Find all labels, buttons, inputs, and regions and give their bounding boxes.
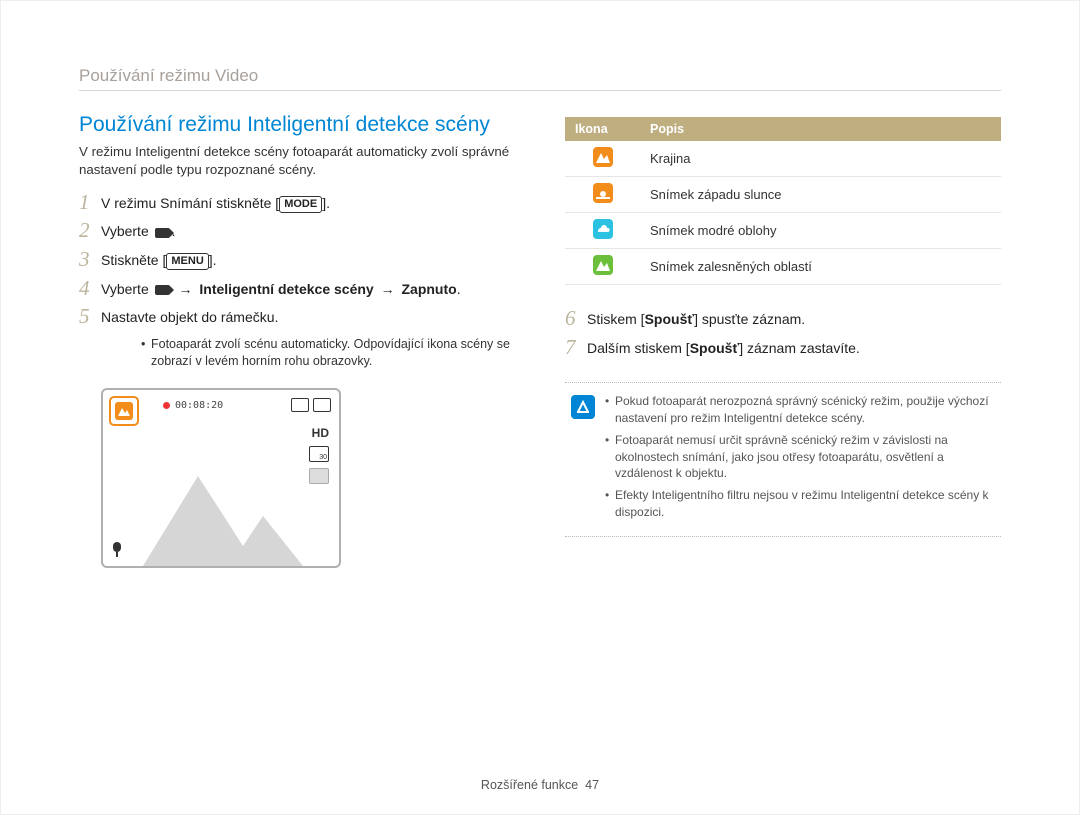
icon-cell: [565, 177, 640, 213]
top-right-icons: [291, 398, 331, 412]
footer-page: 47: [585, 778, 599, 792]
th-desc: Popis: [640, 117, 1001, 141]
note-list: Pokud fotoaparát nerozpozná správný scén…: [605, 393, 995, 526]
step-4: 4 Vyberte → Inteligentní detekce scény →…: [79, 279, 515, 300]
step-number: 2: [79, 220, 101, 241]
video-icon: [155, 228, 170, 238]
step-number: 5: [79, 306, 101, 327]
footer: Rozšířené funkce 47: [1, 778, 1079, 792]
step-text: Vyberte → Inteligentní detekce scény → Z…: [101, 279, 461, 300]
step-6: 6 Stiskem [Spoušť] spusťte záznam.: [565, 309, 1001, 330]
note-item: Fotoaparát nemusí určit správně scénický…: [605, 432, 995, 482]
step-text: Vyberte .: [101, 221, 176, 242]
scene-type-icon: [593, 255, 613, 275]
step-2: 2 Vyberte .: [79, 221, 515, 242]
th-icon: Ikona: [565, 117, 640, 141]
rec-time: 00:08:20: [175, 400, 223, 411]
note-item: Efekty Inteligentního filtru nejsou v re…: [605, 487, 995, 521]
mode-keycap: MODE: [279, 196, 322, 213]
step-5: 5 Nastavte objekt do rámečku.: [79, 307, 515, 328]
step-number: 3: [79, 249, 101, 270]
columns: Používání režimu Inteligentní detekce sc…: [79, 113, 1001, 568]
step-1: 1 V režimu Snímání stiskněte [MODE].: [79, 193, 515, 214]
mountain-graphic: [103, 456, 339, 566]
header: Používání režimu Video: [79, 66, 1001, 91]
desc-cell: Snímek modré oblohy: [640, 213, 1001, 249]
desc-cell: Snímek západu slunce: [640, 177, 1001, 213]
scene-type-icon: [593, 147, 613, 167]
hd-label: HD: [312, 426, 329, 440]
table-row: Snímek modré oblohy: [565, 213, 1001, 249]
battery-icon: [291, 398, 309, 412]
table-row: Snímek západu slunce: [565, 177, 1001, 213]
table-row: Krajina: [565, 141, 1001, 177]
step-text: Stiskněte [MENU].: [101, 250, 217, 271]
step-text: Dalším stiskem [Spoušť] záznam zastavíte…: [587, 338, 860, 359]
note-icon: [571, 395, 595, 419]
menu-keycap: MENU: [166, 253, 208, 270]
note-item: Pokud fotoaparát nerozpozná správný scén…: [605, 393, 995, 427]
intro-text: V režimu Inteligentní detekce scény foto…: [79, 143, 515, 179]
step-number: 1: [79, 192, 101, 213]
right-column: Ikona Popis KrajinaSnímek západu slunceS…: [565, 113, 1001, 568]
left-column: Používání režimu Inteligentní detekce sc…: [79, 113, 515, 568]
footer-section: Rozšířené funkce: [481, 778, 578, 792]
icon-cell: [565, 249, 640, 285]
step-7: 7 Dalším stiskem [Spoušť] záznam zastaví…: [565, 338, 1001, 359]
rec-indicator: 00:08:20: [163, 400, 223, 411]
icon-cell: [565, 213, 640, 249]
scene-icon: [109, 396, 139, 426]
scene-type-icon: [593, 183, 613, 203]
step-number: 6: [565, 308, 587, 329]
step-text: Nastavte objekt do rámečku.: [101, 307, 278, 328]
camera-screen-illustration: 00:08:20 HD: [101, 388, 341, 568]
step-3: 3 Stiskněte [MENU].: [79, 250, 515, 271]
page: Používání režimu Video Používání režimu …: [0, 0, 1080, 815]
note-box: Pokud fotoaparát nerozpozná správný scén…: [565, 382, 1001, 537]
header-section-title: Používání režimu Video: [79, 66, 258, 85]
scene-type-icon: [593, 219, 613, 239]
desc-cell: Krajina: [640, 141, 1001, 177]
step-text: V režimu Snímání stiskněte [MODE].: [101, 193, 330, 214]
icon-table: Ikona Popis KrajinaSnímek západu slunceS…: [565, 117, 1001, 285]
step-number: 7: [565, 337, 587, 358]
icon-cell: [565, 141, 640, 177]
desc-cell: Snímek zalesněných oblastí: [640, 249, 1001, 285]
mountain-icon: [117, 404, 131, 418]
sub-bullet: Fotoaparát zvolí scénu automaticky. Odpo…: [141, 336, 515, 370]
heading-h2: Používání režimu Inteligentní detekce sc…: [79, 113, 515, 137]
table-row: Snímek zalesněných oblastí: [565, 249, 1001, 285]
step-text: Stiskem [Spoušť] spusťte záznam.: [587, 309, 805, 330]
card-icon: [313, 398, 331, 412]
step-number: 4: [79, 278, 101, 299]
video-icon: [155, 285, 170, 295]
rec-dot-icon: [163, 402, 170, 409]
step-5-sub: Fotoaparát zvolí scénu automaticky. Odpo…: [101, 336, 515, 370]
